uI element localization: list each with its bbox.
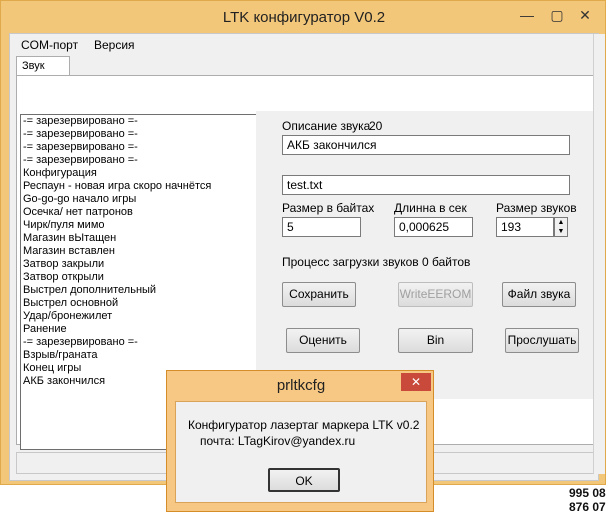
size-bytes-label: Размер в байтах	[282, 201, 375, 215]
list-item[interactable]: Затвор открыли	[23, 271, 262, 284]
list-item[interactable]: -= зарезервировано =-	[23, 115, 262, 128]
list-item[interactable]: Удар/бронежилет	[23, 310, 262, 323]
background-text-1: 995 08	[569, 486, 606, 500]
description-field[interactable]: АКБ закончился	[282, 135, 570, 155]
sounds-size-spinner[interactable]: ▲ ▼	[554, 217, 568, 237]
list-item[interactable]: Взрыв/граната	[23, 349, 262, 362]
tab-sound[interactable]: Звук	[16, 56, 70, 76]
dialog-line-1: Конфигуратор лазертаг маркера LTK v0.2	[188, 418, 420, 432]
duration-field[interactable]: 0,000625	[394, 217, 473, 237]
spin-up-icon[interactable]: ▲	[555, 218, 567, 227]
list-item[interactable]: Осечка/ нет патронов	[23, 206, 262, 219]
list-item[interactable]: Выстрел основной	[23, 297, 262, 310]
write-eerom-button[interactable]: WriteEEROM	[398, 282, 473, 307]
description-label: Описание звука	[282, 119, 371, 133]
close-icon[interactable]: ✕	[571, 5, 599, 25]
about-dialog: prltkcfg ✕ Конфигуратор лазертаг маркера…	[166, 370, 434, 512]
ok-button[interactable]: OK	[268, 468, 340, 492]
duration-label: Длинна в сек	[394, 201, 467, 215]
close-icon[interactable]: ✕	[401, 373, 431, 391]
list-item[interactable]: Конфигурация	[23, 167, 262, 180]
title-bar[interactable]: LTK конфигуратор V0.2 — ▢ ✕	[1, 1, 606, 33]
listen-button[interactable]: Прослушать	[505, 328, 579, 353]
list-item[interactable]: Затвор закрыли	[23, 258, 262, 271]
list-item[interactable]: Выстрел дополнительный	[23, 284, 262, 297]
menu-version[interactable]: Версия	[94, 38, 135, 52]
file-field[interactable]: test.txt	[282, 175, 570, 195]
sounds-size-label: Размер звуков	[496, 201, 577, 215]
menu-com-port[interactable]: COM-порт	[21, 38, 78, 52]
bin-button[interactable]: Bin	[398, 328, 473, 353]
dialog-line-2: почта: LTagKirov@yandex.ru	[200, 434, 356, 448]
list-item[interactable]: Респаун - новая игра скоро начнётся	[23, 180, 262, 193]
sounds-size-field[interactable]: 193	[496, 217, 554, 237]
spin-down-icon[interactable]: ▼	[555, 227, 567, 236]
sound-file-button[interactable]: Файл звука	[502, 282, 576, 307]
minimize-icon[interactable]: —	[513, 5, 541, 25]
upload-status: Процесс загрузки звуков 0 байтов	[282, 255, 471, 269]
list-item[interactable]: Ранение	[23, 323, 262, 336]
dialog-body: Конфигуратор лазертаг маркера LTK v0.2 п…	[175, 401, 427, 503]
list-item[interactable]: -= зарезервировано =-	[23, 154, 262, 167]
save-button[interactable]: Сохранить	[282, 282, 356, 307]
size-bytes-field[interactable]: 5	[282, 217, 361, 237]
list-item[interactable]: -= зарезервировано =-	[23, 141, 262, 154]
background-scrollbar	[593, 34, 605, 474]
list-item[interactable]: Go-go-go начало игры	[23, 193, 262, 206]
background-text-2: 876 07	[569, 500, 606, 514]
maximize-icon[interactable]: ▢	[543, 5, 571, 25]
list-item[interactable]: Магазин вставлен	[23, 245, 262, 258]
evaluate-button[interactable]: Оценить	[286, 328, 360, 353]
list-item[interactable]: -= зарезервировано =-	[23, 128, 262, 141]
list-item[interactable]: Чирк/пуля мимо	[23, 219, 262, 232]
list-item[interactable]: -= зарезервировано =-	[23, 336, 262, 349]
sound-list[interactable]: -= зарезервировано =- -= зарезервировано …	[21, 115, 262, 388]
sound-index: 20	[369, 119, 383, 133]
list-item[interactable]: Магазин вЫтащен	[23, 232, 262, 245]
dialog-title: prltkcfg	[276, 377, 326, 394]
sound-settings-panel: Описание звука 20 АКБ закончился test.tx…	[256, 111, 596, 399]
menu-bar: COM-порт Версия	[10, 34, 600, 54]
